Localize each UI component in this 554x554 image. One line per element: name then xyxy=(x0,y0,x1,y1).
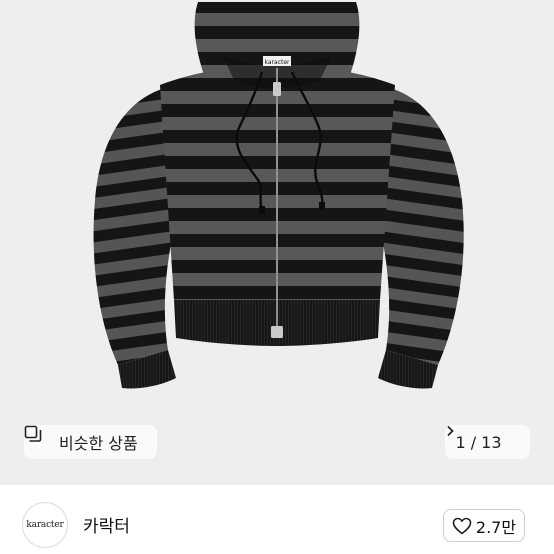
shop-avatar[interactable]: karacter xyxy=(22,502,68,548)
image-pager[interactable]: 1 / 13 xyxy=(445,425,530,459)
like-count: 2.7만 xyxy=(475,517,517,537)
hoodie-illustration: karacter xyxy=(93,2,464,389)
hoodie-tag-label: karacter xyxy=(265,59,291,66)
chevron-right-icon xyxy=(447,425,520,448)
similar-products-button[interactable]: 비슷한 상품 xyxy=(24,425,157,459)
heart-outline-icon xyxy=(452,517,472,535)
shop-logo-text: karacter xyxy=(26,520,64,530)
pager-counter: 1 / 13 xyxy=(455,432,502,452)
similar-products-label: 비슷한 상품 xyxy=(59,434,138,453)
like-button[interactable]: 2.7만 xyxy=(443,509,525,542)
shop-name[interactable]: 카락터 xyxy=(83,512,130,537)
product-image[interactable]: karacter 비슷한 상품 1 / 13 xyxy=(0,0,554,485)
similar-items-icon xyxy=(24,425,53,451)
